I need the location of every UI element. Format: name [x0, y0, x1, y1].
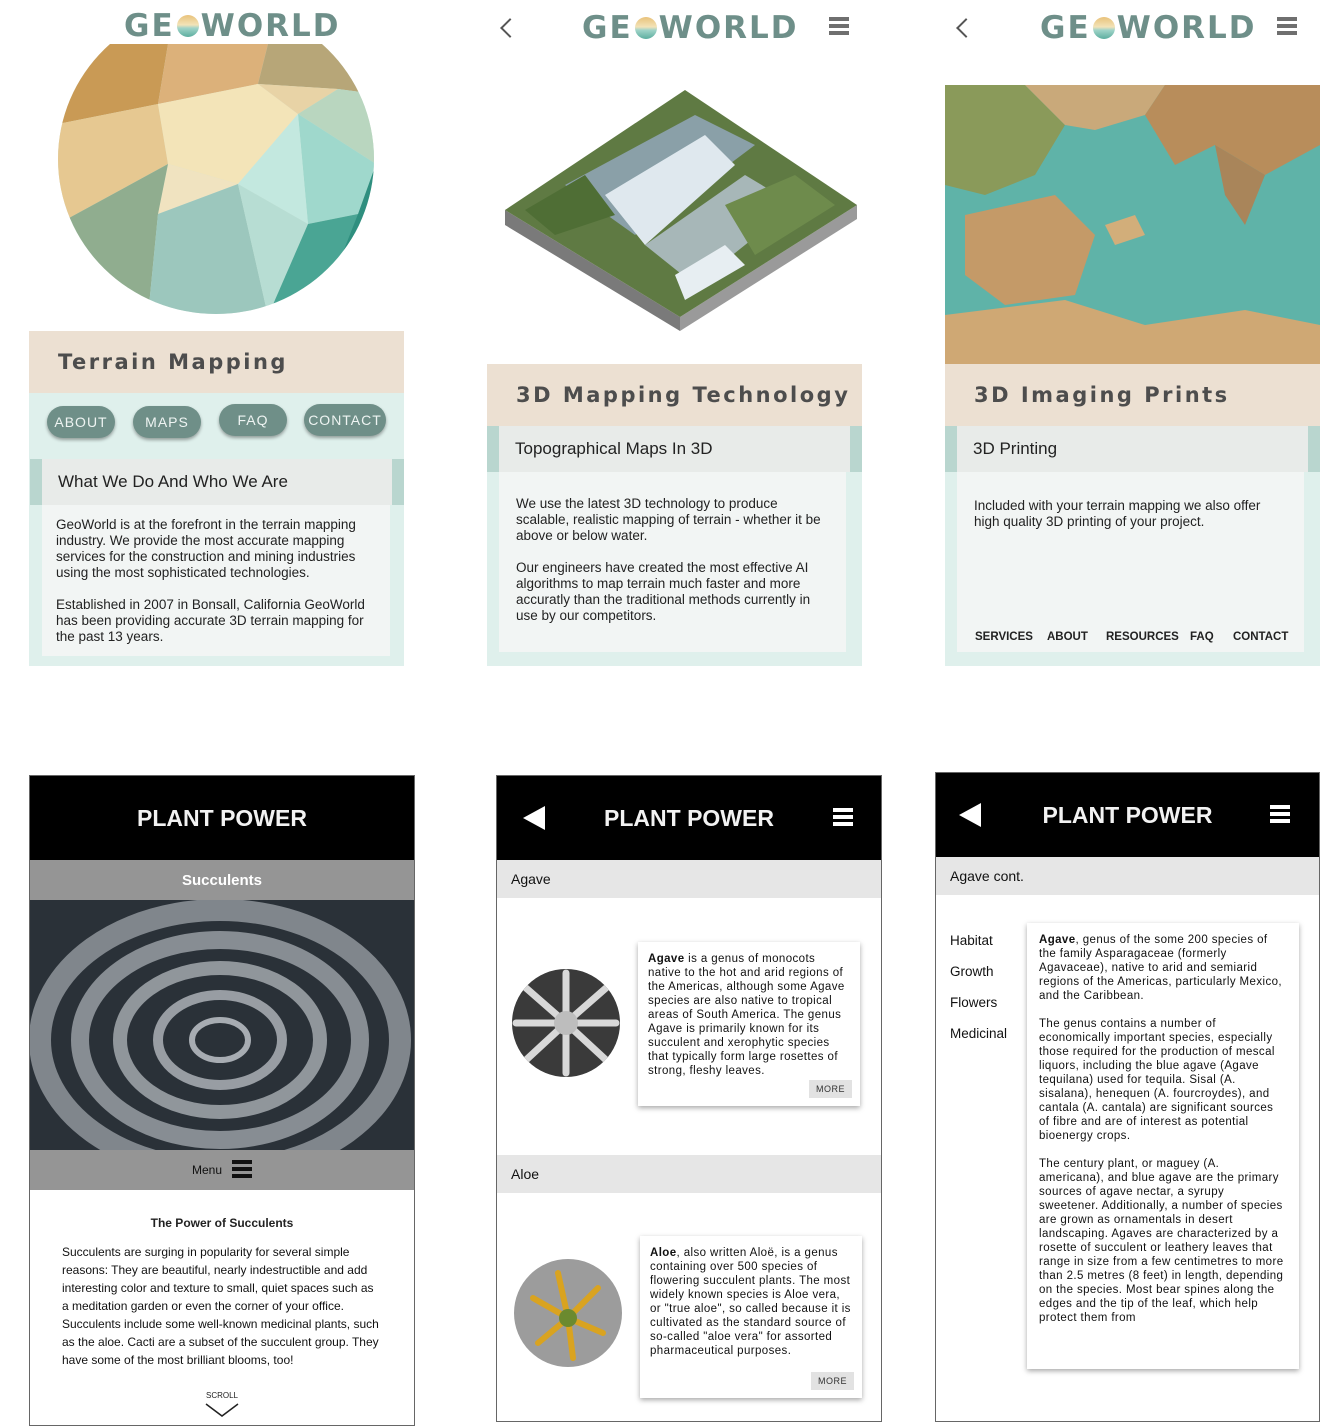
nav-about-link[interactable]: ABOUT — [1047, 631, 1088, 643]
menu-bar[interactable]: Menu — [30, 1150, 414, 1190]
contact-pill-button[interactable]: CONTACT — [304, 404, 386, 436]
agave-card: Agave is a genus of monocots native to t… — [638, 942, 860, 1106]
about-pill-button[interactable]: ABOUT — [47, 406, 115, 438]
terrain-subheading: What We Do And Who We Are — [30, 459, 404, 505]
polygon-globe-image — [58, 44, 374, 314]
scroll-label: SCROLL — [205, 1391, 238, 1400]
medicinal-link[interactable]: Medicinal — [950, 1026, 1007, 1041]
back-chevron-icon[interactable] — [956, 18, 976, 38]
agave-cont-paragraph-2: The genus contains a number of economica… — [1039, 1018, 1275, 1142]
globe-icon — [634, 17, 657, 39]
mapping-paragraph-1: We use the latest 3D technology to produ… — [516, 496, 821, 543]
plant-title: PLANT POWER — [604, 804, 774, 831]
hamburger-menu-icon[interactable] — [1277, 17, 1297, 38]
article-title: The Power of Succulents — [150, 1216, 294, 1230]
aloe-bold-term: Aloe — [650, 1247, 677, 1259]
mapping-tech-heading: 3D Mapping Technology — [487, 364, 862, 426]
aloe-plant-image — [514, 1259, 622, 1367]
agave-cont-card: Agave, genus of the some 200 species of … — [1027, 923, 1299, 1369]
agave-cont-section-bar: Agave cont. — [936, 857, 1319, 895]
logo-text-right: WORLD — [1116, 10, 1257, 46]
habitat-link[interactable]: Habitat — [950, 933, 993, 948]
terrain-heading: Terrain Mapping — [29, 331, 404, 393]
imaging-prints-heading: 3D Imaging Prints — [945, 364, 1320, 426]
nav-resources-link[interactable]: RESOURCES — [1106, 631, 1179, 643]
3d-terrain-block-image — [505, 90, 857, 331]
terrain-paragraph-2: Established in 2007 in Bonsall, Californ… — [56, 597, 365, 644]
mapping-tech-body: We use the latest 3D technology to produ… — [499, 472, 846, 652]
globe-icon — [176, 15, 199, 37]
aloe-text: , also written Aloë, is a genus containi… — [650, 1247, 851, 1357]
agave-cont-paragraph-3: The century plant, or maguey (A. america… — [1039, 1158, 1284, 1324]
geoworld-logo: GE WORLD — [1040, 10, 1257, 46]
plant-screen-succulents: PLANT POWER Succulents Menu The Power of… — [29, 775, 415, 1426]
succulent-rosette-image — [30, 900, 414, 1150]
geoworld-logo: GE WORLD — [582, 10, 799, 46]
plant-header: PLANT POWER — [497, 776, 881, 860]
plant-screen-agave-cont: PLANT POWER Agave cont. Habitat Growth F… — [935, 772, 1320, 1422]
back-triangle-icon[interactable] — [959, 803, 981, 827]
agave-section-bar: Agave — [497, 860, 881, 898]
nav-services-link[interactable]: SERVICES — [975, 631, 1033, 643]
aloe-card: Aloe, also written Aloë, is a genus cont… — [640, 1236, 862, 1398]
logo-text-left: GE — [124, 8, 175, 44]
imaging-prints-card: 3D Imaging Prints 3D Printing Included w… — [945, 364, 1320, 666]
menu-hamburger-icon[interactable] — [232, 1159, 253, 1181]
relief-map-image — [945, 85, 1320, 364]
imaging-prints-body: Included with your terrain mapping we al… — [957, 472, 1304, 652]
plant-title: PLANT POWER — [137, 804, 307, 831]
agave-more-button[interactable]: MORE — [809, 1080, 852, 1098]
back-chevron-icon[interactable] — [500, 18, 520, 38]
imaging-paragraph: Included with your terrain mapping we al… — [974, 498, 1261, 529]
succulents-section-bar: Succulents — [30, 860, 414, 900]
mapping-paragraph-2: Our engineers have created the most effe… — [516, 560, 811, 623]
mapping-tech-subheading: Topographical Maps In 3D — [487, 426, 862, 472]
globe-icon — [1092, 17, 1115, 39]
plant-header: PLANT POWER — [30, 776, 414, 860]
nav-contact-link[interactable]: CONTACT — [1233, 631, 1288, 643]
terrain-paragraph-1: GeoWorld is at the forefront in the terr… — [56, 517, 356, 580]
agave-text: is a genus of monocots native to the hot… — [648, 953, 845, 1077]
scroll-down-chevron-icon[interactable] — [204, 1402, 240, 1418]
plant-title: PLANT POWER — [1042, 801, 1213, 828]
article-text: Succulents are surging in popularity for… — [62, 1245, 379, 1367]
nav-faq-link[interactable]: FAQ — [1190, 631, 1214, 643]
agave-bold-term: Agave — [648, 953, 685, 965]
faq-pill-button[interactable]: FAQ — [219, 404, 287, 436]
hamburger-menu-icon[interactable] — [833, 808, 853, 829]
terrain-card: Terrain Mapping ABOUT MAPS FAQ CONTACT W… — [29, 331, 404, 666]
hamburger-menu-icon[interactable] — [829, 17, 849, 38]
logo-text-right: WORLD — [658, 10, 799, 46]
back-triangle-icon[interactable] — [523, 806, 545, 830]
agave-cont-lead: , genus of the some 200 species of the f… — [1039, 934, 1282, 1002]
growth-link[interactable]: Growth — [950, 964, 994, 979]
logo-text-left: GE — [1040, 10, 1091, 46]
menu-label: Menu — [191, 1163, 223, 1177]
agave-cont-bold-term: Agave — [1039, 934, 1076, 946]
maps-pill-button[interactable]: MAPS — [133, 406, 201, 438]
agave-plant-image — [512, 969, 620, 1077]
flowers-link[interactable]: Flowers — [950, 995, 997, 1010]
plant-header: PLANT POWER — [936, 773, 1319, 857]
hamburger-menu-icon[interactable] — [1270, 805, 1290, 826]
mapping-tech-card: 3D Mapping Technology Topographical Maps… — [487, 364, 862, 666]
logo-text-left: GE — [582, 10, 633, 46]
terrain-body: GeoWorld is at the forefront in the terr… — [42, 505, 390, 656]
aloe-more-button[interactable]: MORE — [811, 1372, 854, 1390]
logo-text-right: WORLD — [200, 8, 341, 44]
imaging-prints-subheading: 3D Printing — [945, 426, 1320, 472]
plant-screen-agave-aloe: PLANT POWER Agave Agave is a genus of mo… — [496, 775, 882, 1422]
geoworld-logo: GE WORLD — [124, 8, 341, 44]
aloe-section-bar: Aloe — [497, 1155, 881, 1193]
